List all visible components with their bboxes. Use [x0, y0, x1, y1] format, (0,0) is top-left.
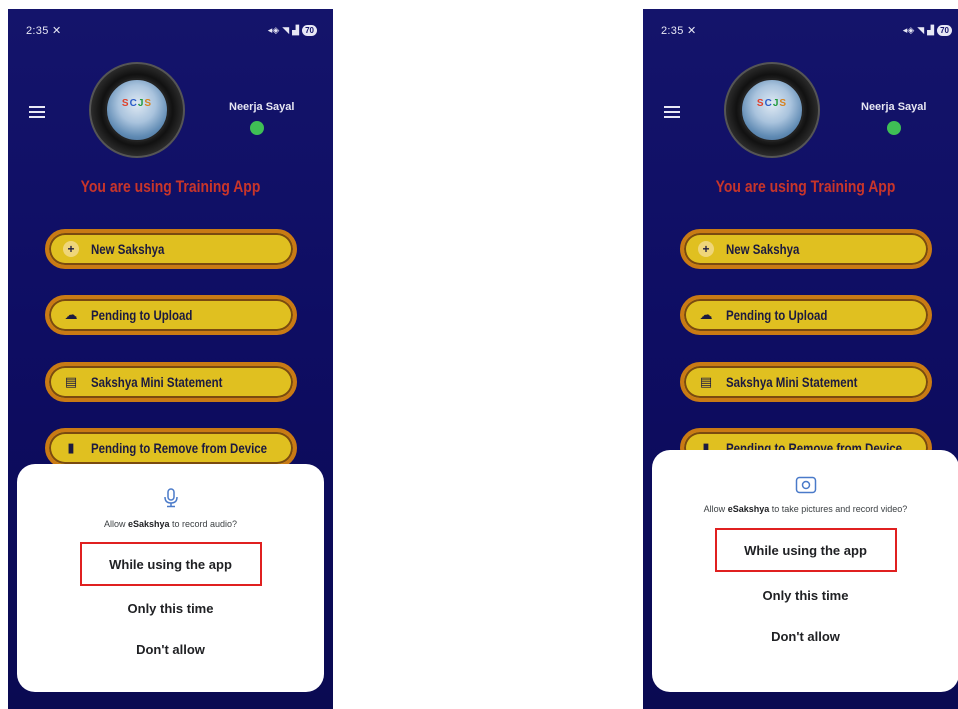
document-icon: ▤: [64, 374, 78, 389]
permission-message: Allow eSakshya to record audio?: [103, 519, 238, 529]
new-sakshya-button[interactable]: + New Sakshya: [680, 229, 932, 269]
trash-icon: ▮: [67, 440, 75, 455]
cloud-upload-icon: ☁: [64, 307, 78, 322]
app-logo: SCJS: [89, 62, 185, 158]
mini-statement-button[interactable]: ▤ Sakshya Mini Statement: [45, 362, 297, 402]
battery-icon: 70: [302, 24, 317, 36]
pending-upload-button[interactable]: ☁ Pending to Upload: [45, 295, 297, 335]
permission-dialog: Allow eSakshya to record audio? While us…: [17, 464, 324, 692]
logo-emblem: [105, 78, 169, 142]
status-bar: 2:35 ✕ ◂◈ ◥ ▟ 70: [8, 9, 333, 39]
logo-letters: SCJS: [121, 98, 153, 109]
camera-icon: [795, 476, 816, 494]
only-this-time-button[interactable]: Only this time: [128, 601, 214, 616]
vibrate-icon: ◂◈: [267, 24, 280, 35]
mini-statement-button[interactable]: ▤ Sakshya Mini Statement: [680, 362, 932, 402]
online-status-icon: [887, 121, 901, 135]
dont-allow-button[interactable]: Don't allow: [771, 629, 840, 644]
status-icons: ◂◈ ◥ ▟ 70: [267, 24, 317, 36]
phone-screen-camera-permission: 2:35 ✕ ◂◈ ◥ ▟ 70 SCJS Neerja Sayal You a…: [643, 9, 958, 709]
training-banner: You are using Training App: [715, 177, 896, 196]
battery-icon: 70: [937, 24, 952, 36]
permission-message: Allow eSakshya to take pictures and reco…: [703, 504, 908, 514]
training-banner: You are using Training App: [80, 177, 261, 196]
permission-dialog: Allow eSakshya to take pictures and reco…: [652, 450, 958, 692]
logo-letters: SCJS: [756, 98, 788, 109]
status-icons: ◂◈ ◥ ▟ 70: [902, 24, 952, 36]
plus-icon: +: [698, 241, 714, 257]
phone-screen-audio-permission: 2:35 ✕ ◂◈ ◥ ▟ 70 SCJS Neerja Sayal You a…: [8, 9, 333, 709]
only-this-time-button[interactable]: Only this time: [763, 588, 849, 603]
while-using-app-button[interactable]: While using the app: [714, 528, 897, 572]
app-logo: SCJS: [724, 62, 820, 158]
new-sakshya-button[interactable]: + New Sakshya: [45, 229, 297, 269]
menu-icon[interactable]: [29, 106, 45, 118]
signal-icon: ▟: [927, 24, 935, 35]
wifi-icon: ◥: [282, 24, 290, 35]
pending-upload-button[interactable]: ☁ Pending to Upload: [680, 295, 932, 335]
wifi-icon: ◥: [917, 24, 925, 35]
vibrate-icon: ◂◈: [902, 24, 915, 35]
plus-icon: +: [63, 241, 79, 257]
document-icon: ▤: [699, 374, 713, 389]
logo-emblem: [740, 78, 804, 142]
user-name: Neerja Sayal: [229, 101, 295, 113]
menu-icon[interactable]: [664, 106, 680, 118]
online-status-icon: [250, 121, 264, 135]
status-time: 2:35 ✕: [26, 24, 62, 37]
microphone-icon: [163, 488, 178, 508]
cloud-upload-icon: ☁: [699, 307, 713, 322]
dont-allow-button[interactable]: Don't allow: [136, 642, 205, 657]
pending-remove-button[interactable]: ▮ Pending to Remove from Device: [45, 428, 297, 468]
while-using-app-button[interactable]: While using the app: [79, 542, 262, 586]
user-name: Neerja Sayal: [861, 101, 927, 113]
signal-icon: ▟: [292, 24, 300, 35]
status-bar: 2:35 ✕ ◂◈ ◥ ▟ 70: [643, 9, 958, 39]
status-time: 2:35 ✕: [661, 24, 697, 37]
